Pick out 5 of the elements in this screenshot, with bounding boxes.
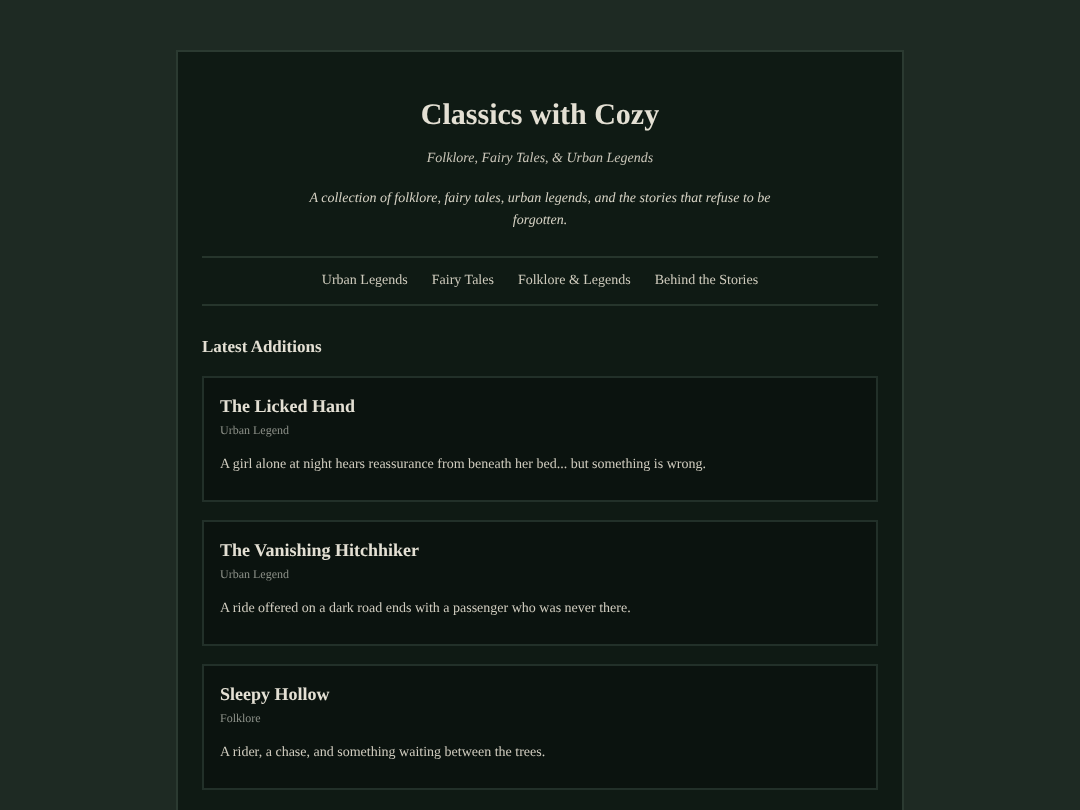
section-heading: Latest Additions	[202, 333, 324, 359]
story-title: Sleepy Hollow	[220, 682, 332, 707]
site-title: Classics with Cozy	[418, 98, 662, 136]
story-title: The Vanishing Hitchhiker	[220, 538, 422, 563]
story-title: The Licked Hand	[220, 394, 358, 419]
